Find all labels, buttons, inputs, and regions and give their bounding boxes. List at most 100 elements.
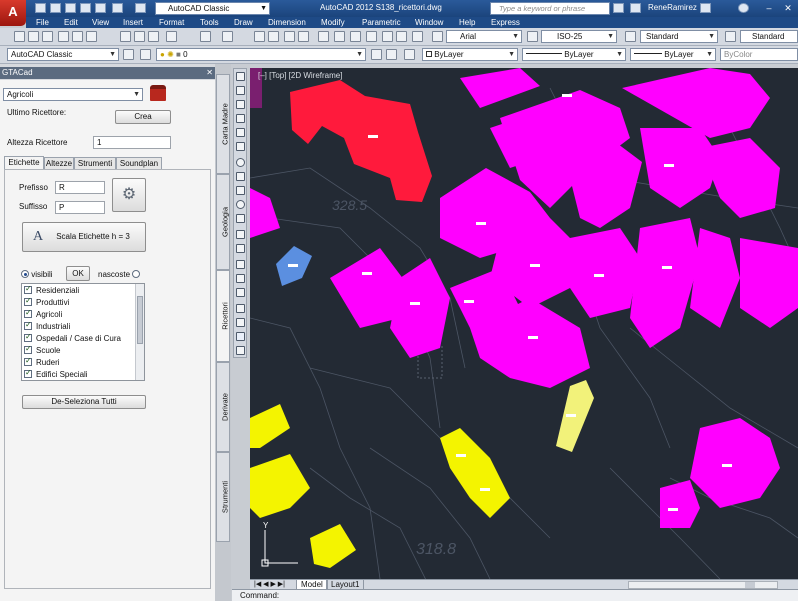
- open-icon[interactable]: [28, 31, 39, 42]
- workspace-settings-icon[interactable]: [123, 49, 134, 60]
- scrollbar-thumb[interactable]: [745, 582, 755, 588]
- settings-gears-button[interactable]: ⚙: [112, 178, 146, 212]
- zoom-realtime-icon[interactable]: [268, 31, 279, 42]
- dim-style-icon[interactable]: [527, 31, 538, 42]
- tab-etichette[interactable]: Etichette: [4, 156, 44, 169]
- table-icon[interactable]: [236, 318, 245, 327]
- building-yellow[interactable]: [440, 428, 510, 518]
- menu-express[interactable]: Express: [491, 17, 520, 28]
- checkbox[interactable]: [24, 344, 32, 354]
- altezza-ricettore-input[interactable]: 1: [93, 136, 171, 149]
- scrollbar-thumb[interactable]: [137, 296, 143, 344]
- tab-carta-madre[interactable]: Carta Madre: [216, 74, 230, 174]
- menu-draw[interactable]: Draw: [234, 17, 253, 28]
- undo-icon[interactable]: [112, 3, 123, 13]
- checkbox[interactable]: [24, 308, 32, 318]
- preview-icon[interactable]: [72, 31, 83, 42]
- match-properties-icon[interactable]: [166, 31, 177, 42]
- building-yellow[interactable]: [250, 404, 290, 448]
- rectangle-icon[interactable]: [236, 128, 245, 137]
- suffisso-input[interactable]: P: [55, 201, 105, 214]
- markup-icon[interactable]: [382, 31, 393, 42]
- autocad-logo-icon[interactable]: A: [0, 0, 26, 26]
- insert-block-icon[interactable]: [236, 230, 245, 239]
- deseleziona-tutti-button[interactable]: De-Seleziona Tutti: [22, 395, 146, 409]
- building-magenta[interactable]: [570, 228, 640, 318]
- copy-icon[interactable]: [134, 31, 145, 42]
- region-icon[interactable]: [236, 304, 245, 313]
- plot-icon[interactable]: [58, 31, 69, 42]
- menu-edit[interactable]: Edit: [64, 17, 78, 28]
- menu-insert[interactable]: Insert: [123, 17, 143, 28]
- menu-modify[interactable]: Modify: [321, 17, 345, 28]
- multileader-style-select[interactable]: Standard: [740, 30, 798, 43]
- dim-style-select[interactable]: ISO-25 ▼: [541, 30, 617, 43]
- checkbox[interactable]: [24, 284, 32, 294]
- tab-strumenti-side[interactable]: Strumenti: [216, 452, 230, 542]
- plotstyle-select[interactable]: ByColor: [720, 48, 798, 61]
- help-icon[interactable]: [412, 31, 423, 42]
- search-input[interactable]: Type a keyword or phrase: [490, 2, 610, 15]
- list-item[interactable]: Produttivi: [24, 296, 69, 307]
- close-icon[interactable]: ✕: [206, 67, 213, 79]
- redo-icon[interactable]: [222, 31, 233, 42]
- building-magenta[interactable]: [740, 238, 798, 328]
- layer-previous-icon[interactable]: [386, 49, 397, 60]
- tab-geologia[interactable]: Geologia: [216, 174, 230, 270]
- checkbox[interactable]: [24, 296, 32, 306]
- line-icon[interactable]: [236, 72, 245, 81]
- color-select[interactable]: ByLayer ▼: [422, 48, 518, 61]
- tab-derivate[interactable]: Derivate: [216, 362, 230, 452]
- undo-icon[interactable]: [200, 31, 211, 42]
- binoculars-icon[interactable]: [630, 3, 641, 13]
- nascoste-radio[interactable]: [132, 270, 141, 278]
- workspace-select-2[interactable]: AutoCAD Classic ▼: [7, 48, 119, 61]
- menu-file[interactable]: File: [36, 17, 49, 28]
- design-center-icon[interactable]: [334, 31, 345, 42]
- menu-parametric[interactable]: Parametric: [362, 17, 401, 28]
- visibili-option[interactable]: visibili: [21, 270, 53, 279]
- layer-properties-icon[interactable]: [140, 49, 151, 60]
- list-item[interactable]: Industriali: [24, 320, 70, 331]
- polyline-icon[interactable]: [236, 100, 245, 109]
- properties-icon[interactable]: [318, 31, 329, 42]
- checkbox[interactable]: [24, 332, 32, 342]
- construction-line-icon[interactable]: [236, 86, 245, 95]
- building-magenta[interactable]: [460, 68, 540, 108]
- drawing-canvas[interactable]: 328.5 318.8 Y: [250, 68, 798, 579]
- hatch-icon[interactable]: [236, 274, 245, 283]
- workspace-select[interactable]: AutoCAD Classic ▼: [155, 2, 270, 15]
- tab-ricettori[interactable]: Ricettori: [216, 270, 230, 362]
- multileader-style-icon[interactable]: [725, 31, 736, 42]
- crea-button[interactable]: Crea: [115, 110, 171, 124]
- pan-icon[interactable]: [254, 31, 265, 42]
- visibili-radio[interactable]: [21, 270, 29, 278]
- tool-palettes-icon[interactable]: [350, 31, 361, 42]
- multiline-text-icon[interactable]: [236, 332, 245, 341]
- user-name[interactable]: ReneRamirez: [648, 3, 697, 12]
- list-item[interactable]: Residenziali: [24, 284, 79, 295]
- horizontal-scrollbar[interactable]: [628, 581, 778, 589]
- make-current-icon[interactable]: [371, 49, 382, 60]
- list-scrollbar[interactable]: [135, 284, 144, 380]
- gradient-icon[interactable]: [236, 288, 245, 297]
- help-icon[interactable]: [738, 3, 749, 13]
- building-yellow[interactable]: [250, 454, 310, 518]
- layer-select[interactable]: ● ✺ ■ 0 ▼: [156, 48, 366, 61]
- list-item[interactable]: Agricoli: [24, 308, 62, 319]
- layer-state-icon[interactable]: [404, 49, 415, 60]
- prefisso-input[interactable]: R: [55, 181, 105, 194]
- minimize-button[interactable]: –: [760, 1, 778, 15]
- new-icon[interactable]: [14, 31, 25, 42]
- list-item[interactable]: Edifici Speciali: [24, 368, 88, 379]
- building-magenta[interactable]: [700, 138, 780, 218]
- table-style-icon[interactable]: [625, 31, 636, 42]
- linetype-select[interactable]: ByLayer ▼: [522, 48, 626, 61]
- make-block-icon[interactable]: [236, 244, 245, 253]
- zoom-previous-icon[interactable]: [298, 31, 309, 42]
- menu-tools[interactable]: Tools: [200, 17, 219, 28]
- ellipse-icon[interactable]: [236, 200, 245, 209]
- list-item[interactable]: Scuole: [24, 344, 60, 355]
- zoom-window-icon[interactable]: [284, 31, 295, 42]
- scala-etichette-button[interactable]: A Scala Etichette h = 3: [22, 222, 146, 252]
